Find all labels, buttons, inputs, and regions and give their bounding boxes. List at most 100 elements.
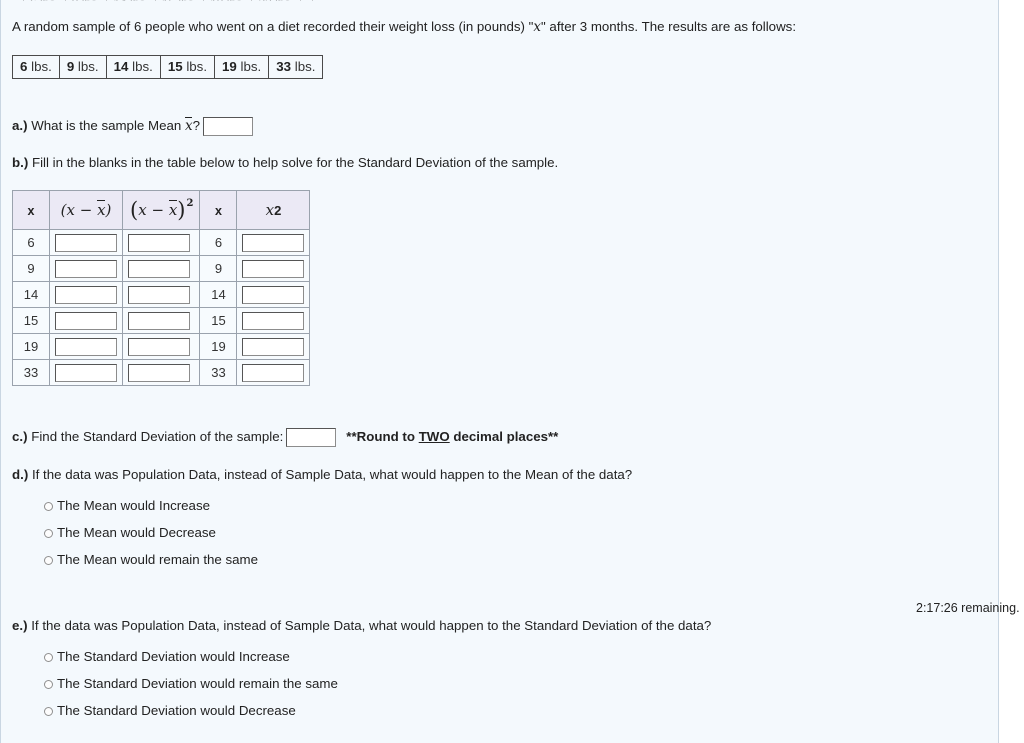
deviation-squared-cell <box>121 229 201 256</box>
row-x-value: 6 <box>12 229 50 256</box>
table-row: 19 19 <box>12 333 311 360</box>
rounding-note-prefix: **Round to <box>346 429 419 445</box>
deviation-input[interactable] <box>55 259 117 278</box>
deviation-squared-cell <box>121 255 201 282</box>
table-row: 33 33 <box>12 359 311 386</box>
question-d: d.) If the data was Population Data, ins… <box>12 467 632 482</box>
question-c-text: Find the Standard Deviation of the sampl… <box>31 429 284 445</box>
deviation-cell <box>49 281 123 308</box>
data-value: 19 <box>222 59 237 74</box>
scrolled-off-cell: 14 lbs. <box>107 0 156 1</box>
data-cell: 15 lbs. <box>160 56 216 78</box>
radio-button-icon[interactable] <box>44 529 53 538</box>
option-e-3[interactable]: The Standard Deviation would Decrease <box>44 703 296 718</box>
x-squared-input[interactable] <box>242 311 305 330</box>
rounding-note: **Round to TWO decimal places** <box>346 429 558 444</box>
x-squared-cell <box>236 333 311 360</box>
question-a-text-after: ? <box>192 118 200 134</box>
deviation-input[interactable] <box>55 363 117 382</box>
deviation-squared-input[interactable] <box>128 233 190 252</box>
radio-button-icon[interactable] <box>44 707 53 716</box>
x-squared-input[interactable] <box>242 363 305 382</box>
x-squared-cell <box>236 359 311 386</box>
data-value: 9 <box>66 59 75 74</box>
time-remaining-label: 2:17:26 remaining. <box>916 601 1020 615</box>
deviation-input[interactable] <box>55 285 117 304</box>
option-d-2[interactable]: The Mean would Decrease <box>44 525 216 540</box>
x-squared-input[interactable] <box>242 337 305 356</box>
sample-mean-input[interactable] <box>203 117 253 136</box>
question-a-label: a.) <box>12 118 28 134</box>
deviation-cell <box>49 307 123 334</box>
scrolled-off-cell: 15 lbs. <box>156 0 205 1</box>
question-d-text: If the data was Population Data, instead… <box>31 467 633 482</box>
radio-button-icon[interactable] <box>44 653 53 662</box>
data-unit: lbs. <box>186 59 208 74</box>
scrolled-off-cell: 6 lbs. <box>24 0 66 1</box>
option-e-3-label: The Standard Deviation would Decrease <box>57 703 296 718</box>
option-e-2[interactable]: The Standard Deviation would remain the … <box>44 676 338 691</box>
table-row: 15 15 <box>12 307 311 334</box>
deviation-squared-input[interactable] <box>128 311 190 330</box>
deviation-squared-cell <box>121 359 201 386</box>
problem-statement: A random sample of 6 people who went on … <box>12 19 796 35</box>
work-table-header: x (x − x) (x − x)2 x x2 <box>12 190 311 230</box>
question-c: c.) Find the Standard Deviation of the s… <box>12 428 558 447</box>
deviation-squared-input[interactable] <box>128 363 190 382</box>
x-squared-input[interactable] <box>242 285 305 304</box>
table-row: 6 6 <box>12 229 311 256</box>
data-value: 6 <box>20 59 28 74</box>
option-e-2-label: The Standard Deviation would remain the … <box>57 676 338 691</box>
x-squared-cell <box>236 307 311 334</box>
column-header-deviation-squared: (x − x)2 <box>121 190 201 230</box>
data-value: 33 <box>276 59 292 74</box>
problem-statement-part2: " after 3 months. The results are as fol… <box>541 19 797 34</box>
deviation-input[interactable] <box>55 311 117 330</box>
deviation-input[interactable] <box>55 337 117 356</box>
option-d-1[interactable]: The Mean would Increase <box>44 498 210 513</box>
standard-deviation-input[interactable] <box>286 428 337 447</box>
variable-x: x <box>533 19 542 35</box>
row-x-value-2: 33 <box>199 359 238 386</box>
row-x-value: 19 <box>12 333 50 360</box>
x-squared-cell <box>236 229 311 256</box>
question-c-label: c.) <box>12 429 28 445</box>
problem-statement-part1: A random sample of 6 people who went on … <box>12 19 534 34</box>
option-d-1-label: The Mean would Increase <box>57 498 210 513</box>
deviation-cell <box>49 229 123 256</box>
row-x-value-2: 15 <box>199 307 238 334</box>
data-unit: lbs. <box>31 59 52 74</box>
row-x-value: 33 <box>12 359 50 386</box>
deviation-squared-input[interactable] <box>128 285 190 304</box>
row-x-value: 9 <box>12 255 50 282</box>
work-table-header-row: x (x − x) (x − x)2 x x2 <box>12 190 311 230</box>
row-x-value: 14 <box>12 281 50 308</box>
radio-button-icon[interactable] <box>44 680 53 689</box>
question-a: a.) What is the sample Mean x? <box>12 117 253 136</box>
option-d-3[interactable]: The Mean would remain the same <box>44 552 258 567</box>
radio-button-icon[interactable] <box>44 502 53 511</box>
deviation-squared-input[interactable] <box>128 259 190 278</box>
question-d-label: d.) <box>12 467 29 482</box>
deviation-squared-cell <box>121 333 201 360</box>
quiz-panel: 6 lbs. 9 lbs. 14 lbs. 15 lbs. 19 lbs. 33… <box>0 0 999 743</box>
row-x-value-2: 19 <box>199 333 238 360</box>
deviation-squared-input[interactable] <box>128 337 190 356</box>
x-squared-cell <box>236 255 311 282</box>
data-cell: 19 lbs. <box>215 56 270 78</box>
data-cell: 6 lbs. <box>13 56 60 78</box>
row-x-value-2: 9 <box>199 255 238 282</box>
column-header-x2: x <box>199 190 238 230</box>
option-e-1[interactable]: The Standard Deviation would Increase <box>44 649 290 664</box>
x-squared-input[interactable] <box>242 233 305 252</box>
data-cell: 9 lbs. <box>59 56 107 78</box>
data-cell: 33 lbs. <box>269 56 323 78</box>
data-values-strip: 6 lbs. 9 lbs. 14 lbs. 15 lbs. 19 lbs. 33… <box>12 55 324 79</box>
radio-button-icon[interactable] <box>44 556 53 565</box>
x-squared-input[interactable] <box>242 259 305 278</box>
question-e-text: If the data was Population Data, instead… <box>31 618 712 633</box>
option-e-1-label: The Standard Deviation would Increase <box>57 649 290 664</box>
deviation-cell <box>49 255 123 282</box>
deviation-input[interactable] <box>55 233 117 252</box>
option-d-2-label: The Mean would Decrease <box>57 525 216 540</box>
